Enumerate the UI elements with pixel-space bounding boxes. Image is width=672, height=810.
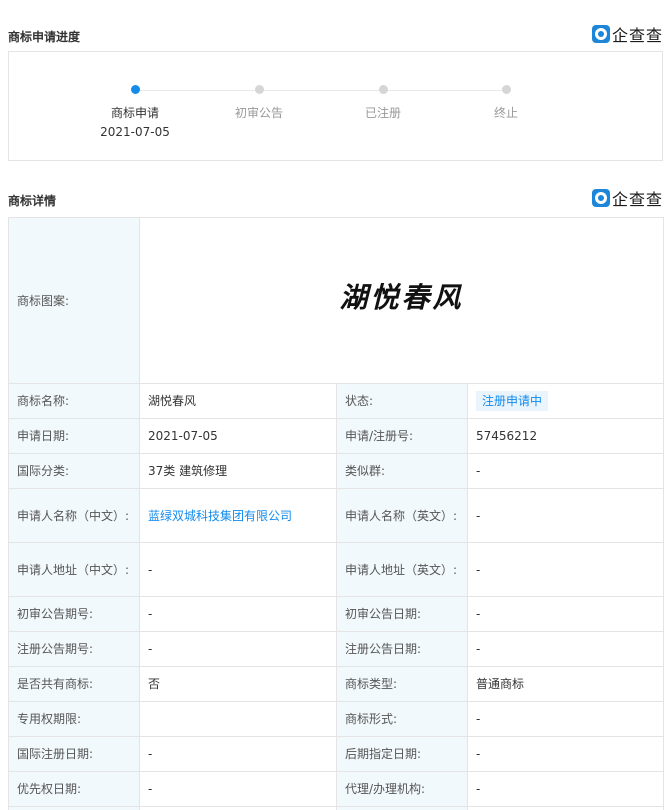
field-label: 商标名称: — [8, 383, 140, 419]
field-label — [8, 806, 140, 810]
field-label: 国际分类: — [8, 453, 140, 489]
step-label: 初审公告 — [234, 106, 283, 120]
table-row: 申请人地址（中文）: - 申请人地址（英文）: - — [8, 542, 665, 597]
field-label: 类似群: — [336, 453, 468, 489]
field-value: - — [466, 488, 665, 543]
field-label: 商标类型: — [336, 666, 468, 702]
field-value — [466, 806, 665, 810]
table-row: 申请日期: 2021-07-05 申请/注册号: 57456212 — [8, 418, 665, 454]
step-label: 已注册 — [364, 106, 401, 120]
table-row: 是否共有商标: 否 商标类型: 普通商标 — [8, 666, 665, 702]
trademark-logo-text: 湖悦春风 — [339, 281, 464, 314]
table-row: 优先权日期: - 代理/办理机构: - — [8, 771, 665, 807]
progress-step-registered: 已注册 — [323, 85, 443, 122]
field-value — [139, 806, 337, 810]
progress-step-terminated: 终止 — [446, 85, 566, 122]
field-label: 后期指定日期: — [336, 736, 468, 772]
step-label: 终止 — [493, 106, 518, 120]
field-value: - — [139, 736, 337, 772]
field-value: 37类 建筑修理 — [139, 453, 337, 489]
field-value: 注册申请中 — [466, 383, 665, 419]
qichacha-brand-text: 企查查 — [611, 190, 663, 209]
field-value: - — [466, 596, 665, 632]
step-label: 商标申请 — [110, 106, 159, 120]
field-label: 申请人名称（英文）: — [336, 488, 468, 543]
field-value: 否 — [139, 666, 337, 702]
field-label: 申请人名称（中文）: — [8, 488, 140, 543]
qichacha-brand-text: 企查查 — [611, 26, 663, 45]
table-row: 注册公告期号: - 注册公告日期: - — [8, 631, 665, 667]
field-label — [336, 806, 468, 810]
field-label: 注册公告日期: — [336, 631, 468, 667]
field-label: 国际注册日期: — [8, 736, 140, 772]
details-section-header: 商标详情 企查查 — [8, 188, 663, 212]
field-value: 蓝绿双城科技集团有限公司 — [139, 488, 337, 543]
field-value: 普通商标 — [466, 666, 665, 702]
progress-step-applied: 商标申请 2021-07-05 — [75, 85, 195, 142]
table-row: 商标图案: 湖悦春风 — [8, 217, 665, 384]
field-value: - — [139, 596, 337, 632]
field-value: - — [466, 453, 665, 489]
table-row: 申请人名称（中文）: 蓝绿双城科技集团有限公司 申请人名称（英文）: - — [8, 488, 665, 543]
field-label: 代理/办理机构: — [336, 771, 468, 807]
field-label: 申请日期: — [8, 418, 140, 454]
field-label: 申请人地址（中文）: — [8, 542, 140, 597]
qichacha-brand[interactable]: 企查查 — [591, 188, 663, 209]
field-label: 状态: — [336, 383, 468, 419]
table-row: 商标名称: 湖悦春风 状态: 注册申请中 — [8, 383, 665, 419]
table-row: 专用权期限: 商标形式: - — [8, 701, 665, 737]
qichacha-logo-icon — [591, 25, 610, 43]
progress-section-title: 商标申请进度 — [8, 30, 81, 44]
field-label: 商标形式: — [336, 701, 468, 737]
field-label: 注册公告期号: — [8, 631, 140, 667]
trademark-image: 湖悦春风 — [138, 217, 665, 384]
progress-timeline: 商标申请 2021-07-05 初审公告 已注册 终止 — [8, 51, 663, 161]
step-dot-icon — [130, 85, 140, 94]
field-value: 湖悦春风 — [139, 383, 337, 419]
step-dot-icon — [254, 85, 264, 94]
step-dot-icon — [501, 85, 511, 94]
qichacha-brand[interactable]: 企查查 — [591, 24, 663, 45]
field-label: 专用权期限: — [8, 701, 140, 737]
field-label: 初审公告日期: — [336, 596, 468, 632]
field-value: - — [466, 631, 665, 667]
progress-step-preliminary: 初审公告 — [199, 85, 319, 122]
progress-section-header: 商标申请进度 企查查 — [8, 24, 663, 48]
details-section-title: 商标详情 — [8, 194, 57, 208]
status-badge: 注册申请中 — [476, 391, 549, 411]
table-row: 初审公告期号: - 初审公告日期: - — [8, 596, 665, 632]
qichacha-logo-icon — [591, 189, 610, 207]
field-label: 优先权日期: — [8, 771, 140, 807]
field-value: - — [139, 631, 337, 667]
field-label: 初审公告期号: — [8, 596, 140, 632]
field-label: 申请/注册号: — [336, 418, 468, 454]
trademark-image-label: 商标图案: — [8, 217, 140, 384]
field-value: - — [139, 542, 337, 597]
field-value: - — [466, 736, 665, 772]
field-value: - — [139, 771, 337, 807]
field-value: - — [466, 771, 665, 807]
applicant-company-link[interactable]: 蓝绿双城科技集团有限公司 — [148, 509, 292, 523]
field-value — [139, 701, 337, 737]
table-row: 国际分类: 37类 建筑修理 类似群: - — [8, 453, 665, 489]
field-value: - — [466, 701, 665, 737]
field-value: 57456212 — [466, 418, 665, 454]
table-row: 国际注册日期: - 后期指定日期: - — [8, 736, 665, 772]
table-row — [8, 806, 665, 810]
field-value: 2021-07-05 — [139, 418, 337, 454]
step-dot-icon — [378, 85, 388, 94]
trademark-detail-table: 商标图案: 湖悦春风 商标名称: 湖悦春风 状态: 注册申请中 申请日期: 20… — [8, 217, 665, 810]
step-date: 2021-07-05 — [100, 125, 170, 139]
field-label: 申请人地址（英文）: — [336, 542, 468, 597]
field-label: 是否共有商标: — [8, 666, 140, 702]
field-value: - — [466, 542, 665, 597]
